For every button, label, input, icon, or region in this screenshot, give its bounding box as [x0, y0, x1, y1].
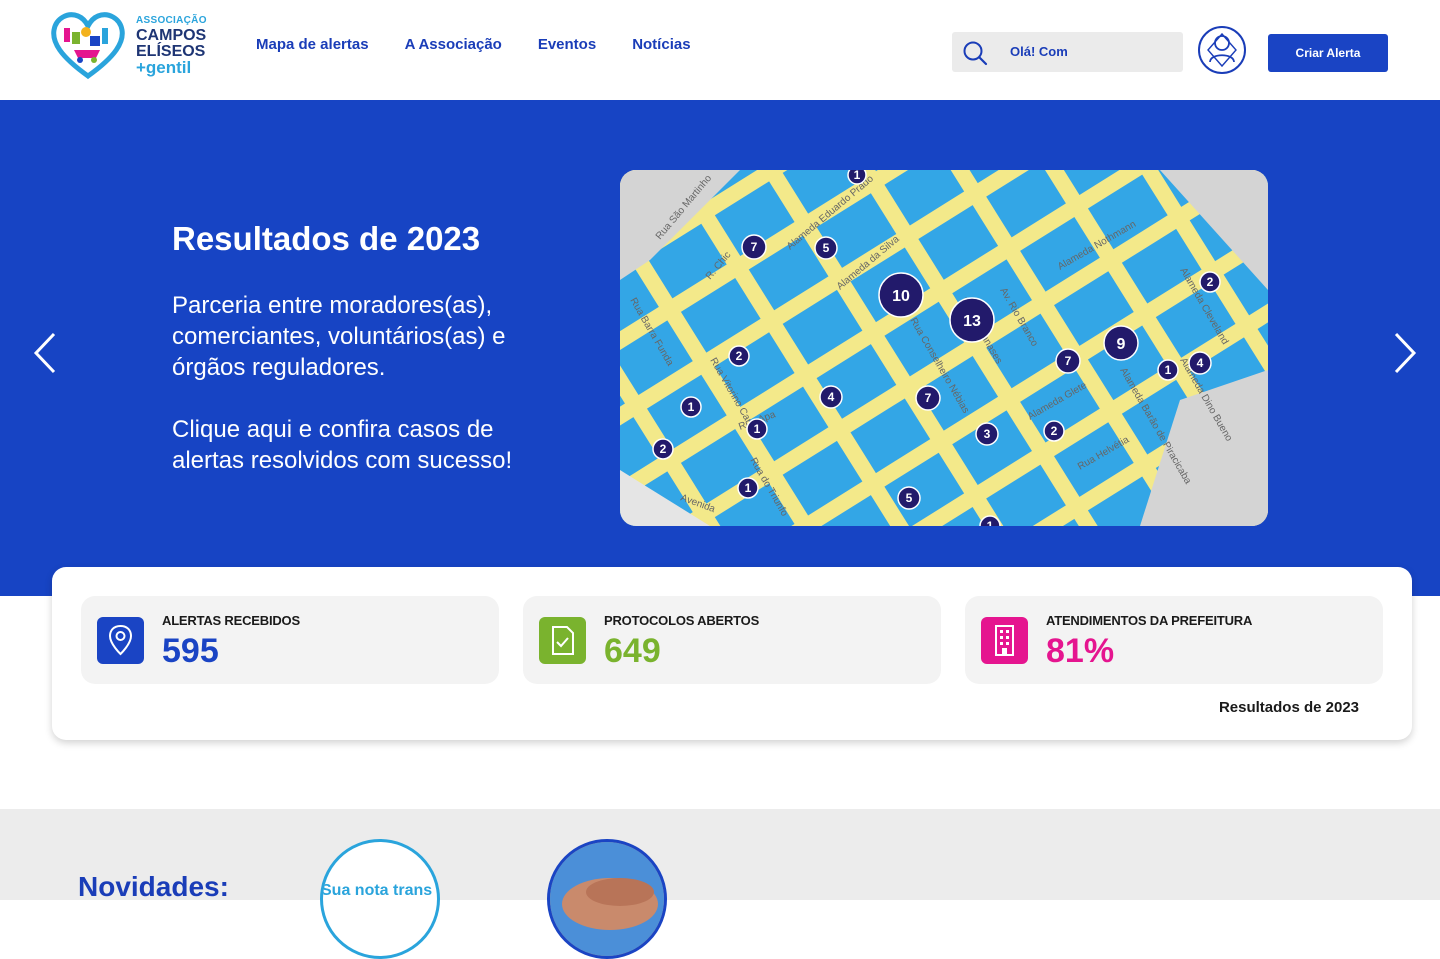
svg-text:13: 13 [963, 313, 981, 330]
hero-description: Parceria entre moradores(as), comerciant… [172, 290, 552, 383]
logo[interactable]: ASSOCIAÇÃO CAMPOS ELÍSEOS +gentil [50, 10, 210, 80]
svg-text:7: 7 [751, 240, 758, 254]
search-bar[interactable]: Olá! Com [952, 32, 1183, 72]
user-avatar-button[interactable] [1198, 26, 1246, 74]
stat-label: ATENDIMENTOS DA PREFEITURA [1046, 613, 1252, 628]
stat-open-protocols: PROTOCOLOS ABERTOS 649 [523, 596, 941, 684]
logo-line-2: CAMPOS [136, 28, 207, 44]
svg-text:1: 1 [1165, 363, 1172, 377]
svg-text:5: 5 [823, 241, 830, 255]
hands-photo [550, 842, 667, 959]
stat-alerts-received: ALERTAS RECEBIDOS 595 [81, 596, 499, 684]
map-alert-marker[interactable]: 5 [815, 237, 837, 259]
map-alert-marker[interactable]: 7 [916, 386, 940, 410]
stat-value: 649 [604, 632, 661, 671]
svg-text:2: 2 [1051, 424, 1058, 438]
map-alert-marker[interactable]: 4 [1189, 352, 1211, 374]
logo-line-1: ASSOCIAÇÃO [136, 16, 207, 26]
search-input-text[interactable]: Olá! Com [1010, 44, 1068, 59]
svg-text:7: 7 [925, 391, 932, 405]
hero-cta-text[interactable]: Clique aqui e confira casos de alertas r… [172, 414, 562, 476]
site-header: ASSOCIAÇÃO CAMPOS ELÍSEOS +gentil Mapa d… [0, 0, 1440, 100]
svg-text:2: 2 [1207, 275, 1214, 289]
nav-link-eventos[interactable]: Eventos [538, 36, 596, 53]
map-alert-marker[interactable]: 1 [848, 170, 866, 184]
search-icon [962, 40, 988, 66]
news-heading: Novidades: [78, 871, 229, 903]
svg-text:1: 1 [745, 481, 752, 495]
map-alert-marker[interactable]: 1 [747, 419, 767, 439]
stats-footer-label: Resultados de 2023 [1219, 699, 1359, 716]
stat-label: PROTOCOLOS ABERTOS [604, 613, 759, 628]
stat-label: ALERTAS RECEBIDOS [162, 613, 300, 628]
map-alert-marker[interactable]: 13 [950, 298, 994, 342]
stats-card: ALERTAS RECEBIDOS 595 PROTOCOLOS ABERTOS… [52, 567, 1412, 740]
map-alert-marker[interactable]: 1 [1158, 360, 1178, 380]
news-card-2-image[interactable] [547, 839, 667, 959]
logo-line-4: +gentil [136, 59, 207, 76]
building-icon [981, 617, 1028, 664]
nav-link-a-associacao[interactable]: A Associação [405, 36, 502, 53]
chevron-left-icon [30, 330, 60, 376]
main-nav: Mapa de alertas A Associação Eventos Not… [256, 36, 691, 53]
svg-text:4: 4 [828, 390, 835, 404]
map-illustration: Rua São MartinhoR. ChicAlameda Eduardo P… [620, 170, 1268, 526]
svg-text:1: 1 [688, 400, 695, 414]
map-alert-marker[interactable]: 4 [820, 386, 842, 408]
map-alert-marker[interactable]: 10 [879, 273, 923, 317]
svg-text:1: 1 [987, 519, 994, 526]
news-card-1[interactable]: Sua nota trans [320, 839, 440, 959]
create-alert-button[interactable]: Criar Alerta [1268, 34, 1388, 72]
clipboard-check-icon [539, 617, 586, 664]
stat-value: 595 [162, 632, 219, 671]
logo-text: ASSOCIAÇÃO CAMPOS ELÍSEOS +gentil [136, 16, 207, 76]
map-alert-marker[interactable]: 2 [1200, 272, 1220, 292]
chevron-right-icon [1390, 330, 1420, 376]
nav-link-noticias[interactable]: Notícias [632, 36, 690, 53]
map-alert-marker[interactable]: 2 [1044, 421, 1064, 441]
svg-text:1: 1 [754, 422, 761, 436]
hero-carousel: Resultados de 2023 Parceria entre morado… [0, 100, 1440, 596]
svg-text:9: 9 [1117, 336, 1126, 353]
svg-text:3: 3 [984, 427, 991, 441]
carousel-prev-button[interactable] [30, 330, 60, 376]
map-alert-marker[interactable]: 3 [976, 423, 998, 445]
heart-logo-icon [50, 10, 126, 80]
map-alert-marker[interactable]: 9 [1104, 326, 1138, 360]
map-alert-marker[interactable]: 1 [738, 478, 758, 498]
svg-text:5: 5 [906, 491, 913, 505]
map-alert-marker[interactable]: 7 [1056, 349, 1080, 373]
stat-city-services: ATENDIMENTOS DA PREFEITURA 81% [965, 596, 1383, 684]
alerts-map-image[interactable]: Rua São MartinhoR. ChicAlameda Eduardo P… [620, 170, 1268, 526]
map-alert-marker[interactable]: 1 [681, 397, 701, 417]
svg-text:7: 7 [1065, 354, 1072, 368]
hero-title: Resultados de 2023 [172, 220, 480, 258]
svg-text:10: 10 [892, 288, 910, 305]
map-alert-marker[interactable]: 2 [653, 439, 673, 459]
map-alert-marker[interactable]: 2 [729, 346, 749, 366]
map-pin-icon [97, 617, 144, 664]
stat-value: 81% [1046, 632, 1114, 671]
svg-text:4: 4 [1197, 356, 1204, 370]
news-section: Novidades: Sua nota trans [0, 809, 1440, 900]
svg-text:1: 1 [854, 170, 861, 182]
news-card-1-text: Sua nota trans [321, 882, 440, 900]
user-avatar-icon [1200, 28, 1244, 72]
map-alert-marker[interactable]: 7 [742, 235, 766, 259]
nav-link-mapa-de-alertas[interactable]: Mapa de alertas [256, 36, 369, 53]
svg-text:2: 2 [736, 349, 743, 363]
map-alert-marker[interactable]: 5 [898, 487, 920, 509]
carousel-next-button[interactable] [1390, 330, 1420, 376]
svg-text:2: 2 [660, 442, 667, 456]
